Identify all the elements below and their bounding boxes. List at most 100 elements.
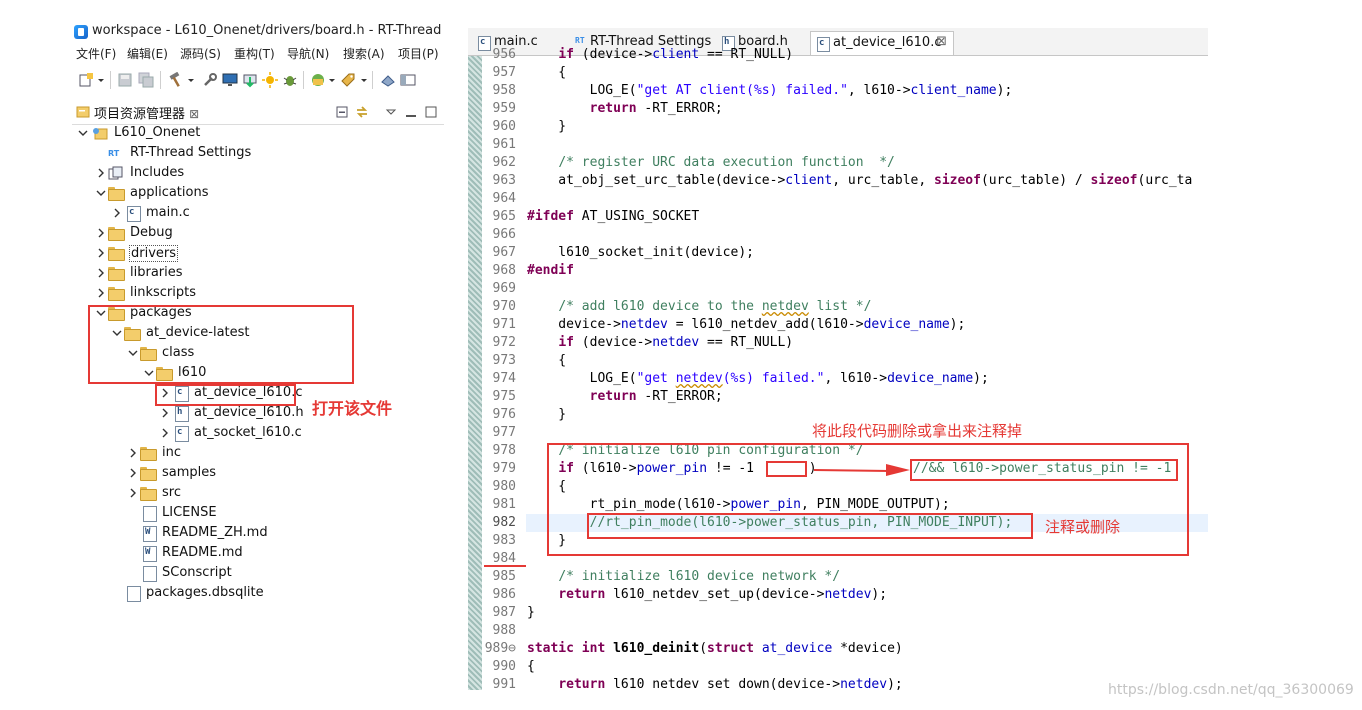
code-line[interactable]: 986 return l610_netdev_set_up(device->ne…: [468, 586, 1208, 604]
sdk-icon[interactable]: [380, 72, 396, 88]
window-title-bar: workspace - L610_Onenet/drivers/board.h …: [72, 22, 444, 44]
project-explorer-header: 项目资源管理器 ⊠: [72, 100, 444, 125]
tree-label: README_ZH.md: [162, 525, 268, 540]
tree-node-readme[interactable]: W README.md: [72, 544, 444, 564]
package-icon[interactable]: [310, 72, 326, 88]
code-line[interactable]: 956 if (device->client == RT_NULL): [468, 46, 1208, 64]
code-line[interactable]: 961: [468, 136, 1208, 154]
chevron-right-icon[interactable]: [128, 486, 138, 500]
code-line[interactable]: 964: [468, 190, 1208, 208]
chevron-right-icon[interactable]: [112, 206, 122, 220]
sun-icon[interactable]: [262, 72, 278, 88]
chevron-right-icon[interactable]: [96, 246, 106, 260]
monitor-icon[interactable]: [222, 72, 238, 88]
tree-node-packages-dbsqlite[interactable]: packages.dbsqlite: [72, 584, 444, 604]
tree-node-rt-thread-settings[interactable]: RT RT-Thread Settings: [72, 144, 444, 164]
code-line[interactable]: 975 return -RT_ERROR;: [468, 388, 1208, 406]
tree-node-main-c[interactable]: c main.c: [72, 204, 444, 224]
code-line[interactable]: 959 return -RT_ERROR;: [468, 100, 1208, 118]
chevron-right-icon[interactable]: [160, 426, 170, 440]
new-dropdown-icon[interactable]: [97, 72, 105, 88]
tag-dropdown-icon[interactable]: [360, 72, 368, 88]
tree-node-drivers[interactable]: drivers: [72, 244, 444, 264]
minimize-icon[interactable]: [404, 105, 418, 119]
collapse-all-icon[interactable]: [335, 105, 349, 119]
tree-node-license[interactable]: LICENSE: [72, 504, 444, 524]
menu-navigate[interactable]: 导航(N): [287, 45, 329, 62]
code-line[interactable]: 962 /* register URC data execution funct…: [468, 154, 1208, 172]
code-line[interactable]: 990 {: [468, 658, 1208, 676]
view-tab-close-icon[interactable]: ⊠: [189, 107, 199, 121]
code-line[interactable]: 988: [468, 622, 1208, 640]
code-line[interactable]: 989⊖ static int l610_deinit(struct at_dev…: [468, 640, 1208, 658]
layout-icon[interactable]: [400, 72, 416, 88]
save-icon[interactable]: [117, 72, 133, 88]
line-number: 975: [492, 389, 516, 404]
chevron-right-icon[interactable]: [160, 406, 170, 420]
code-line[interactable]: 974 LOG_E("get netdev(%s) failed.", l610…: [468, 370, 1208, 388]
code-area[interactable]: 956 if (device->client == RT_NULL) 957 {9…: [468, 47, 1208, 690]
code-line[interactable]: 968 #endif: [468, 262, 1208, 280]
download-icon[interactable]: [242, 72, 258, 88]
project-explorer-tab[interactable]: 项目资源管理器 ⊠: [94, 103, 199, 122]
tree-node-linkscripts[interactable]: linkscripts: [72, 284, 444, 304]
code-line[interactable]: 967 l610_socket_init(device);: [468, 244, 1208, 262]
code-text: at_obj_set_urc_table(device->client, urc…: [527, 173, 1193, 188]
code-line[interactable]: 965 #ifdef AT_USING_SOCKET: [468, 208, 1208, 226]
chevron-right-icon[interactable]: [128, 446, 138, 460]
tree-node-debug[interactable]: Debug: [72, 224, 444, 244]
code-line[interactable]: 969: [468, 280, 1208, 298]
new-icon[interactable]: [78, 72, 94, 88]
code-line[interactable]: 987}: [468, 604, 1208, 622]
tree-node-includes[interactable]: Includes: [72, 164, 444, 184]
link-with-editor-icon[interactable]: [355, 105, 369, 119]
chevron-right-icon[interactable]: [128, 466, 138, 480]
tree-node-at-socket-l610-c[interactable]: c at_socket_l610.c: [72, 424, 444, 444]
debug-bug-icon[interactable]: [282, 72, 298, 88]
tree-node-inc[interactable]: inc: [72, 444, 444, 464]
build-dropdown-icon[interactable]: [187, 72, 195, 88]
chevron-right-icon[interactable]: [96, 226, 106, 240]
menu-edit[interactable]: 编辑(E): [127, 45, 168, 62]
tree-node-sconscript[interactable]: SConscript: [72, 564, 444, 584]
code-line[interactable]: 991 return l610_netdev_set_down(device->…: [468, 676, 1208, 690]
save-all-icon[interactable]: [138, 72, 154, 88]
project-explorer-icon: [76, 106, 90, 118]
code-text: }: [527, 605, 535, 620]
tree-node-applications[interactable]: applications: [72, 184, 444, 204]
code-line[interactable]: 973 {: [468, 352, 1208, 370]
line-number: 964: [492, 191, 516, 206]
menu-refactor[interactable]: 重构(T): [234, 45, 275, 62]
menu-file[interactable]: 文件(F): [76, 45, 116, 62]
tree-label: Includes: [130, 165, 185, 180]
chevron-right-icon[interactable]: [96, 266, 106, 280]
tag-icon[interactable]: [340, 72, 356, 88]
view-menu-icon[interactable]: [384, 105, 398, 119]
tree-node-readme-zh[interactable]: W README_ZH.md: [72, 524, 444, 544]
code-line[interactable]: 971 device->netdev = l610_netdev_add(l61…: [468, 316, 1208, 334]
code-line[interactable]: 958 LOG_E("get AT client(%s) failed.", l…: [468, 82, 1208, 100]
menu-project[interactable]: 项目(P): [398, 45, 439, 62]
build-hammer-icon[interactable]: [168, 72, 184, 88]
toolbar-separator: [372, 71, 373, 89]
chevron-down-icon[interactable]: [78, 126, 88, 140]
package-dropdown-icon[interactable]: [328, 72, 336, 88]
code-line[interactable]: 985 /* initialize l610 device network */: [468, 568, 1208, 586]
code-line[interactable]: 972 if (device->netdev == RT_NULL): [468, 334, 1208, 352]
wrench-icon[interactable]: [202, 72, 218, 88]
code-line[interactable]: 970 /* add l610 device to the netdev lis…: [468, 298, 1208, 316]
maximize-icon[interactable]: [424, 105, 438, 119]
tree-node-samples[interactable]: samples: [72, 464, 444, 484]
menu-search[interactable]: 搜索(A): [343, 45, 385, 62]
code-line[interactable]: 960 }: [468, 118, 1208, 136]
tree-node-src[interactable]: src: [72, 484, 444, 504]
code-line[interactable]: 957 {: [468, 64, 1208, 82]
tree-node-project[interactable]: L610_Onenet: [72, 124, 444, 144]
chevron-right-icon[interactable]: [96, 286, 106, 300]
tree-node-libraries[interactable]: libraries: [72, 264, 444, 284]
code-line[interactable]: 966: [468, 226, 1208, 244]
chevron-right-icon[interactable]: [96, 166, 106, 180]
menu-source[interactable]: 源码(S): [180, 45, 221, 62]
code-line[interactable]: 963 at_obj_set_urc_table(device->client,…: [468, 172, 1208, 190]
chevron-down-icon[interactable]: [96, 186, 106, 200]
